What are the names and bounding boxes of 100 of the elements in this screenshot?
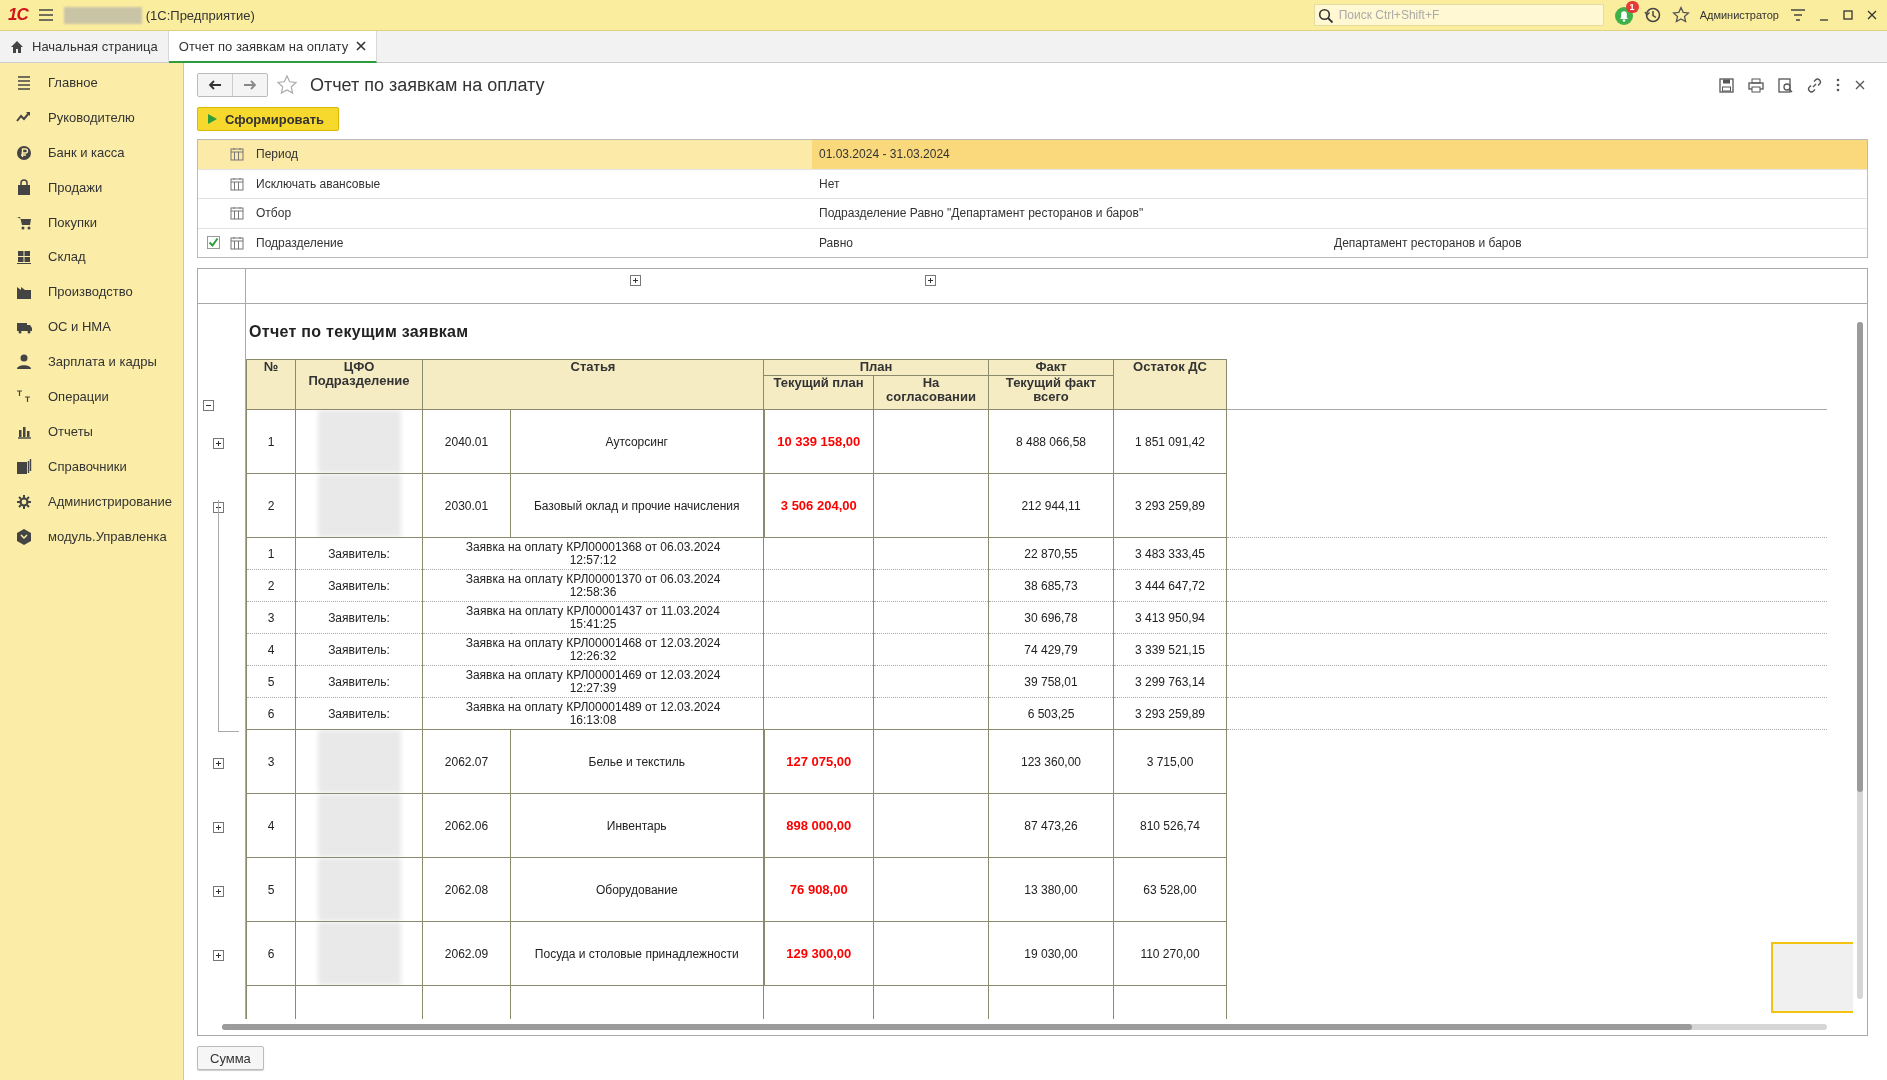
home-icon bbox=[10, 39, 24, 54]
row-number: 5 bbox=[246, 665, 296, 698]
app-logo[interactable]: 1С bbox=[8, 5, 28, 25]
settings-row[interactable]: Отбор Подразделение Равно "Департамент ресторанов и баров" bbox=[198, 199, 1867, 229]
calendar-icon bbox=[230, 176, 244, 191]
bell-icon[interactable] bbox=[1613, 5, 1634, 25]
sidebar-item[interactable]: Покупки bbox=[0, 204, 183, 240]
history-icon[interactable] bbox=[1643, 6, 1662, 24]
document-link[interactable]: Заявка на оплату КРЛ00001469 от 12.03.2024 12:27:39 bbox=[422, 665, 764, 698]
setting-value[interactable]: Подразделение Равно "Департамент ресторанов и баров" bbox=[812, 199, 1867, 228]
star-icon[interactable] bbox=[1671, 6, 1690, 24]
row-number: 5 bbox=[246, 857, 296, 922]
document-link[interactable]: Заявка на оплату КРЛ00001368 от 06.03.2024 12:57:12 bbox=[422, 537, 764, 570]
balance-amount: 3 444 647,72 bbox=[1113, 569, 1227, 602]
sidebar-item[interactable]: Отчеты bbox=[0, 413, 183, 449]
tab[interactable]: Начальная страница bbox=[0, 31, 169, 62]
expand-icon[interactable] bbox=[925, 275, 936, 286]
save-icon[interactable] bbox=[1719, 77, 1734, 93]
balance-amount: 3 339 521,15 bbox=[1113, 633, 1227, 666]
sidebar-item[interactable]: Банк и касса bbox=[0, 134, 183, 170]
close-icon[interactable] bbox=[1865, 8, 1879, 22]
applicant-label: Заявитель: bbox=[295, 601, 423, 634]
tab[interactable]: Отчет по заявкам на оплату bbox=[168, 31, 378, 63]
expand-icon[interactable] bbox=[213, 822, 224, 833]
balance-amount: 3 483 333,45 bbox=[1113, 537, 1227, 570]
fact-amount: 30 696,78 bbox=[988, 601, 1114, 634]
expand-icon[interactable] bbox=[213, 950, 224, 961]
expand-icon[interactable] bbox=[630, 275, 641, 286]
fact-amount: 19 030,00 bbox=[988, 921, 1114, 986]
notification-badge: 1 bbox=[1625, 1, 1639, 13]
sidebar-item[interactable]: ОС и НМА bbox=[0, 309, 183, 345]
column-header: Остаток ДС bbox=[1113, 359, 1227, 410]
sidebar-item[interactable]: Главное bbox=[0, 65, 183, 100]
sidebar-item[interactable]: Справочники bbox=[0, 448, 183, 484]
settings-lines-icon[interactable] bbox=[1789, 6, 1807, 24]
column-header: На согласовании bbox=[873, 375, 989, 410]
close-icon[interactable] bbox=[1854, 79, 1866, 91]
fact-amount: 74 429,79 bbox=[988, 633, 1114, 666]
article-code: 2040.01 bbox=[422, 409, 511, 474]
sidebar-item[interactable]: Руководителю bbox=[0, 99, 183, 135]
article-code: 2062.08 bbox=[422, 857, 511, 922]
sidebar-item[interactable]: Зарплата и кадры bbox=[0, 344, 183, 379]
settings-row[interactable]: Подразделение Равно Департамент ресторанов и баров bbox=[198, 228, 1867, 257]
plan-amount: 10 339 158,00 bbox=[763, 409, 874, 474]
link-icon[interactable] bbox=[1807, 77, 1822, 93]
fact-amount: 87 473,26 bbox=[988, 793, 1114, 858]
applicant-label: Заявитель: bbox=[295, 665, 423, 698]
menu-icon[interactable] bbox=[37, 7, 54, 23]
preview-icon[interactable] bbox=[1778, 77, 1793, 93]
settings-row[interactable]: Период 01.03.2024 - 31.03.2024 bbox=[198, 140, 1867, 170]
settings-row[interactable]: Исключать авансовые Нет bbox=[198, 169, 1867, 199]
document-link[interactable]: Заявка на оплату КРЛ00001437 от 11.03.2024 15:41:25 bbox=[422, 601, 764, 634]
grid-icon bbox=[16, 248, 32, 266]
setting-name: Подразделение bbox=[255, 235, 345, 250]
sidebar-item[interactable]: модуль.Управленка bbox=[0, 518, 183, 554]
close-icon[interactable] bbox=[356, 41, 367, 51]
sidebar-item[interactable]: Продажи bbox=[0, 169, 183, 205]
expand-icon[interactable] bbox=[213, 886, 224, 897]
expand-icon[interactable] bbox=[213, 758, 224, 769]
search-field[interactable]: Поиск Ctrl+Shift+F bbox=[1313, 4, 1604, 26]
balance-amount: 3 413 950,94 bbox=[1113, 601, 1227, 634]
sidebar-item[interactable]: Операции bbox=[0, 379, 183, 414]
balance-amount: 1 851 091,42 bbox=[1113, 409, 1227, 474]
user-name[interactable]: Администратор bbox=[1699, 9, 1779, 21]
article-code: 2062.06 bbox=[422, 793, 511, 858]
form-title: Отчет по заявкам на оплату bbox=[310, 74, 545, 96]
row-number: 1 bbox=[246, 409, 296, 474]
calendar-icon bbox=[230, 147, 244, 162]
checkbox-checked[interactable] bbox=[207, 236, 220, 250]
applicant-label: Заявитель: bbox=[295, 537, 423, 570]
setting-value[interactable]: Нет bbox=[812, 169, 1867, 198]
collapse-icon[interactable] bbox=[203, 400, 214, 411]
generate-button[interactable]: Сформировать bbox=[197, 107, 340, 131]
play-icon bbox=[208, 114, 217, 124]
document-link[interactable]: Заявка на оплату КРЛ00001468 от 12.03.2024 12:26:32 bbox=[422, 633, 764, 666]
balance-amount: 63 528,00 bbox=[1113, 857, 1227, 922]
print-icon[interactable] bbox=[1748, 77, 1764, 93]
sum-button[interactable]: Сумма bbox=[197, 1046, 264, 1070]
column-header: Текущий план bbox=[763, 375, 874, 410]
balance-amount: 3 299 763,14 bbox=[1113, 665, 1227, 698]
setting-name: Исключать авансовые bbox=[255, 176, 382, 191]
setting-value[interactable]: 01.03.2024 - 31.03.2024 bbox=[812, 140, 1867, 169]
column-header: План bbox=[763, 359, 989, 376]
sidebar-item[interactable]: Администрирование bbox=[0, 483, 183, 519]
maximize-icon[interactable] bbox=[1841, 8, 1855, 22]
sidebar-item[interactable]: Склад bbox=[0, 239, 183, 275]
column-header: Текущий факт всего bbox=[988, 375, 1114, 410]
row-number: 4 bbox=[246, 793, 296, 858]
more-icon[interactable] bbox=[1836, 78, 1840, 92]
collapse-icon[interactable] bbox=[213, 502, 224, 513]
setting-value[interactable]: Равно bbox=[812, 228, 1327, 257]
setting-value[interactable]: Департамент ресторанов и баров bbox=[1327, 228, 1867, 257]
row-number: 2 bbox=[246, 569, 296, 602]
expand-icon[interactable] bbox=[213, 438, 224, 449]
document-link[interactable]: Заявка на оплату КРЛ00001370 от 06.03.2024 12:58:36 bbox=[422, 569, 764, 602]
applicant-label: Заявитель: bbox=[295, 633, 423, 666]
fact-amount: 8 488 066,58 bbox=[988, 409, 1114, 474]
star-icon[interactable] bbox=[276, 74, 298, 96]
article-code: 2030.01 bbox=[422, 473, 511, 538]
sidebar-item[interactable]: Производство bbox=[0, 274, 183, 310]
